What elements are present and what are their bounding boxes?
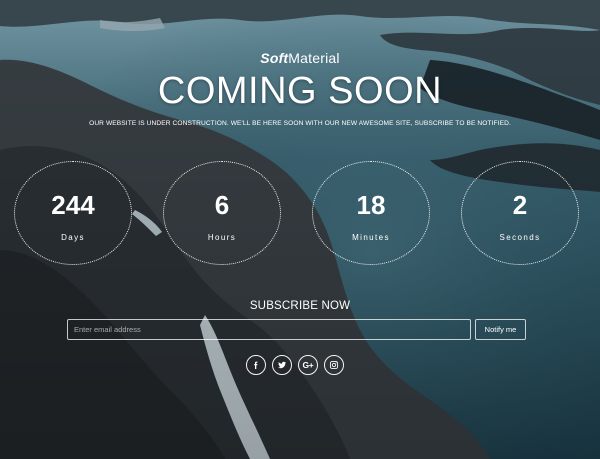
countdown-label: Hours xyxy=(207,233,237,242)
countdown-label: Minutes xyxy=(352,233,390,242)
instagram-link[interactable] xyxy=(324,355,344,375)
instagram-icon xyxy=(329,360,339,370)
countdown-value: 6 xyxy=(214,190,230,220)
email-input[interactable] xyxy=(67,319,471,340)
logo-light-text: Material xyxy=(288,50,340,66)
countdown-value: 244 xyxy=(51,190,95,220)
countdown-value: 2 xyxy=(512,190,528,220)
countdown-seconds: 2 Seconds xyxy=(461,161,579,265)
facebook-icon xyxy=(254,361,258,369)
countdown-hours: 6 Hours xyxy=(163,161,281,265)
countdown-label: Seconds xyxy=(499,233,541,242)
twitter-icon xyxy=(278,361,286,369)
google-plus-link[interactable]: G+ xyxy=(298,355,318,375)
page-subtitle: OUR WEBSITE IS UNDER CONSTRUCTION. WE'LL… xyxy=(89,120,511,127)
logo-bold-text: Soft xyxy=(260,50,289,66)
subscribe-heading: SUBSCRIBE NOW xyxy=(249,300,351,312)
countdown-minutes: 18 Minutes xyxy=(312,161,430,265)
facebook-link[interactable] xyxy=(246,355,266,375)
page-title: COMING SOON xyxy=(157,70,443,112)
twitter-link[interactable] xyxy=(272,355,292,375)
notify-button[interactable]: Notify me xyxy=(475,319,526,340)
countdown-label: Days xyxy=(61,233,85,242)
google-plus-icon: G+ xyxy=(302,360,314,370)
countdown-days: 244 Days xyxy=(14,161,132,265)
countdown-value: 18 xyxy=(356,190,386,220)
site-logo: SoftMaterial xyxy=(0,50,600,66)
